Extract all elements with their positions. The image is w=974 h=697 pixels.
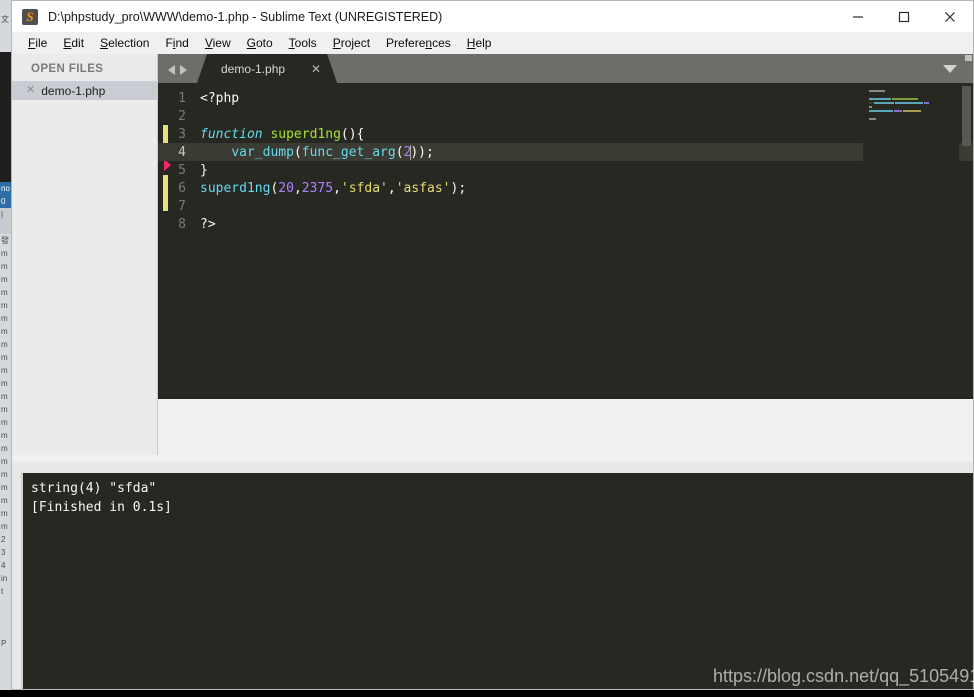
tab-strip: demo-1.php ✕ [158,54,973,83]
line-number: 1 [178,90,186,106]
code-line[interactable]: 7 [158,197,973,215]
line-number: 5 [178,162,186,178]
close-icon[interactable]: ✕ [311,63,321,75]
line-content: } [200,162,208,178]
menu-item-tools[interactable]: Tools [281,34,325,52]
chevron-left-icon[interactable] [168,65,175,75]
line-content: ?> [200,216,216,232]
sidebar-item-demo-1-php[interactable]: ✕ demo-1.php [12,81,157,100]
workspace: OPEN FILES ✕ demo-1.php demo-1.php ✕ 1 <… [12,54,973,689]
menu-item-preferences[interactable]: Preferences [378,34,459,52]
window-title: D:\phpstudy_pro\WWW\demo-1.php - Sublime… [48,9,443,24]
menu-item-view[interactable]: View [197,34,239,52]
build-output-text[interactable]: string(4) "sfda" [Finished in 0.1s] [21,473,973,689]
minimize-button[interactable] [835,1,881,32]
chevron-down-icon[interactable] [943,65,957,73]
code-line-active[interactable]: 4 var_dump(func_get_arg(2)); [158,143,973,161]
menu-item-project[interactable]: Project [325,34,378,52]
close-button[interactable] [927,1,973,32]
window-controls [835,1,973,32]
code-editor[interactable]: 1 <?php 2 3 function superd1ng(){ 4 var_… [158,83,973,399]
menu-bar: File Edit Selection Find View Goto Tools… [12,32,973,54]
code-line[interactable]: 3 function superd1ng(){ [158,125,973,143]
menu-item-edit[interactable]: Edit [55,34,92,52]
title-bar[interactable]: D:\phpstudy_pro\WWW\demo-1.php - Sublime… [12,1,973,32]
menu-item-goto[interactable]: Goto [239,34,281,52]
menu-item-find[interactable]: Find [157,34,196,52]
console-line: string(4) "sfda" [31,481,157,496]
editor-pane: demo-1.php ✕ 1 <?php 2 3 function superd… [158,54,973,399]
build-output-panel: string(4) "sfda" [Finished in 0.1s] [12,462,973,689]
sidebar-section-open-files: OPEN FILES [31,63,104,75]
code-line[interactable]: 2 [158,107,973,125]
line-number: 7 [178,198,186,214]
minimap[interactable] [863,83,959,399]
tabstrip-scroll-marker [965,55,972,61]
sublime-text-window: D:\phpstudy_pro\WWW\demo-1.php - Sublime… [11,0,974,690]
line-content: superd1ng(20,2375,'sfda','asfas'); [200,180,467,196]
line-number: 2 [178,108,186,124]
code-line[interactable]: 6 superd1ng(20,2375,'sfda','asfas'); [158,179,973,197]
tab-demo-1-php[interactable]: demo-1.php ✕ [197,54,337,83]
line-content: <?php [200,90,240,106]
menu-item-help[interactable]: Help [459,34,500,52]
line-number: 4 [178,144,186,160]
code-lines: 1 <?php 2 3 function superd1ng(){ 4 var_… [158,83,973,233]
minimap-line [869,117,959,121]
sidebar-empty-area [12,399,158,455]
chevron-right-icon[interactable] [180,65,187,75]
menu-item-file[interactable]: File [20,34,55,52]
tab-nav-arrows [158,65,197,83]
menu-item-selection[interactable]: Selection [92,34,157,52]
sidebar: OPEN FILES ✕ demo-1.php [12,54,158,399]
line-number: 6 [178,180,186,196]
sidebar-item-label: demo-1.php [41,83,106,98]
close-small-icon[interactable]: ✕ [26,85,35,96]
code-line[interactable]: 5 } [158,161,973,179]
line-content: var_dump(func_get_arg(2)); [231,144,434,160]
console-line: [Finished in 0.1s] [31,500,172,515]
sublime-text-icon [22,8,38,25]
line-number: 3 [178,126,186,142]
code-line[interactable]: 1 <?php [158,89,973,107]
code-line[interactable]: 8 ?> [158,215,973,233]
screen: 文 no 0 | 發 m m m m m m m m m m m m m m m… [0,0,974,697]
editor-vertical-scrollbar[interactable] [962,86,971,146]
desktop-background [0,690,974,697]
line-number: 8 [178,216,186,232]
tab-label: demo-1.php [221,61,286,76]
maximize-button[interactable] [881,1,927,32]
line-content: function superd1ng(){ [200,126,365,142]
